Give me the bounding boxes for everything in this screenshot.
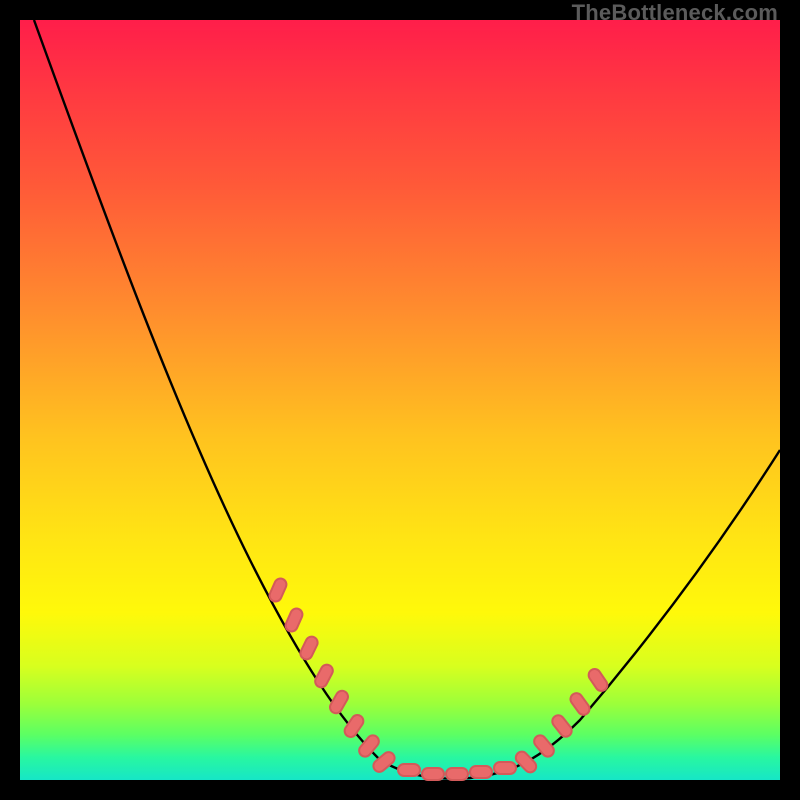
marker — [532, 733, 557, 759]
chart-svg — [20, 20, 780, 780]
marker — [568, 691, 592, 717]
marker — [586, 667, 609, 694]
marker — [550, 713, 574, 739]
marker — [268, 577, 289, 604]
marker — [422, 768, 444, 780]
bottleneck-curve — [34, 20, 780, 779]
marker — [284, 607, 305, 634]
chart-frame: TheBottleneck.com — [0, 0, 800, 800]
markers-right-group — [513, 667, 609, 775]
marker — [328, 689, 350, 716]
marker — [494, 762, 516, 774]
markers-bottom-group — [398, 762, 516, 780]
marker — [313, 663, 335, 690]
plot-area — [20, 20, 780, 780]
marker — [513, 749, 538, 775]
marker — [398, 764, 420, 776]
marker — [298, 635, 319, 662]
marker — [446, 768, 468, 780]
marker — [342, 713, 365, 740]
marker — [470, 766, 492, 778]
markers-left-group — [268, 577, 397, 775]
